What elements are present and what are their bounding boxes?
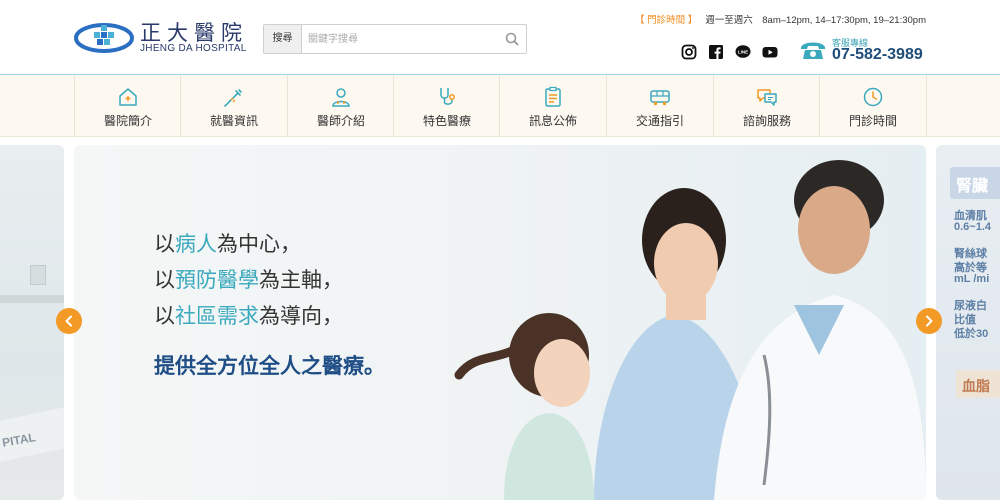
telephone-icon xyxy=(801,42,825,59)
clinic-hours-label: 【 門診時間 】 xyxy=(634,15,698,26)
main-navigation: 醫院簡介 就醫資訊 醫師介紹 特色醫療 訊息公佈 交通指引 諮詢服務 門診時間 xyxy=(0,75,1000,137)
chevron-right-icon xyxy=(926,315,933,327)
nav-label: 門診時間 xyxy=(848,114,897,128)
line-icon[interactable]: LINE xyxy=(735,44,751,60)
nav-label: 諮詢服務 xyxy=(742,114,791,128)
next-slide-tag: 血脂 xyxy=(962,378,990,394)
youtube-icon[interactable] xyxy=(762,44,778,60)
doctor-icon xyxy=(332,88,350,107)
nav-label: 特色醫療 xyxy=(422,114,471,128)
customer-service-phone[interactable]: 客服專線 07-582-3989 xyxy=(800,37,930,65)
nav-item-news[interactable]: 訊息公佈 xyxy=(499,75,606,136)
hospital-logo[interactable]: 正大醫院 JHENG DA HOSPITAL xyxy=(74,16,249,60)
nav-item-consultation[interactable]: 諮詢服務 xyxy=(713,75,820,136)
search-box: 搜尋 xyxy=(263,24,527,54)
hero-slide[interactable]: 以病人為中心， 以預防醫學為主軸， 以社區需求為導向， 提供全方位全人之醫療。 xyxy=(74,145,926,500)
chat-icon xyxy=(757,89,777,106)
stethoscope-icon xyxy=(440,88,455,105)
nav-label: 醫師介紹 xyxy=(316,114,365,128)
slider-next-button[interactable] xyxy=(916,308,942,334)
clipboard-icon xyxy=(545,86,561,107)
nav-item-clinic-hours[interactable]: 門診時間 xyxy=(819,75,927,136)
nav-label: 就醫資訊 xyxy=(209,114,258,128)
search-input[interactable] xyxy=(308,30,488,48)
nav-item-about[interactable]: 醫院簡介 xyxy=(74,75,181,136)
previous-slide-preview: PITAL xyxy=(0,145,64,500)
svg-text:LINE: LINE xyxy=(738,49,748,54)
slogan-line-2: 以預防醫學為主軸， xyxy=(154,269,343,292)
slider-prev-button[interactable] xyxy=(56,308,82,334)
nav-label: 訊息公佈 xyxy=(528,114,577,128)
clinic-hours: 【 門診時間 】週一至週六 8am–12pm, 14–17:30pm, 19–2… xyxy=(635,12,926,26)
nav-item-traffic[interactable]: 交通指引 xyxy=(606,75,713,136)
hospital-logo-icon xyxy=(74,23,134,53)
instagram-icon[interactable] xyxy=(681,44,697,60)
next-slide-title: 腎臟 xyxy=(956,178,989,195)
clock-icon xyxy=(863,87,883,107)
nav-label: 交通指引 xyxy=(635,114,684,128)
search-icon[interactable] xyxy=(504,31,520,47)
slogan-line-1: 以病人為中心， xyxy=(154,233,301,256)
slogan-line-3: 以社區需求為導向， xyxy=(154,305,343,328)
bus-icon xyxy=(650,90,670,106)
next-slide-preview: 腎臟 血清肌 0.6~1.4 腎絲球 高於等 mL /mi 尿液白 比值 低於3… xyxy=(936,145,1000,500)
nav-item-doctors[interactable]: 醫師介紹 xyxy=(287,75,394,136)
search-label: 搜尋 xyxy=(264,25,302,53)
next-slide-line: mL /mi xyxy=(954,273,990,285)
next-slide-line: 低於30 xyxy=(954,328,989,340)
chevron-left-icon xyxy=(65,315,72,327)
nav-item-medical-info[interactable]: 就醫資訊 xyxy=(180,75,287,136)
nav-label: 醫院簡介 xyxy=(103,114,152,128)
syringe-icon xyxy=(224,89,242,107)
home-icon xyxy=(119,88,137,106)
site-header: 正大醫院 JHENG DA HOSPITAL 搜尋 【 門診時間 】週一至週六 … xyxy=(0,0,1000,75)
facebook-icon[interactable] xyxy=(708,44,724,60)
nav-item-specialties[interactable]: 特色醫療 xyxy=(393,75,500,136)
hero-slogan: 以病人為中心， 以預防醫學為主軸， 以社區需求為導向， 提供全方位全人之醫療。 xyxy=(154,227,385,385)
phone-number[interactable]: 07-582-3989 xyxy=(832,46,923,64)
logo-english-name: JHENG DA HOSPITAL xyxy=(140,43,247,54)
slogan-lead: 提供全方位全人之醫療。 xyxy=(154,355,385,378)
clinic-hours-text: 週一至週六 8am–12pm, 14–17:30pm, 19–21:30pm xyxy=(705,15,926,26)
next-slide-line: 0.6~1.4 xyxy=(954,221,992,233)
